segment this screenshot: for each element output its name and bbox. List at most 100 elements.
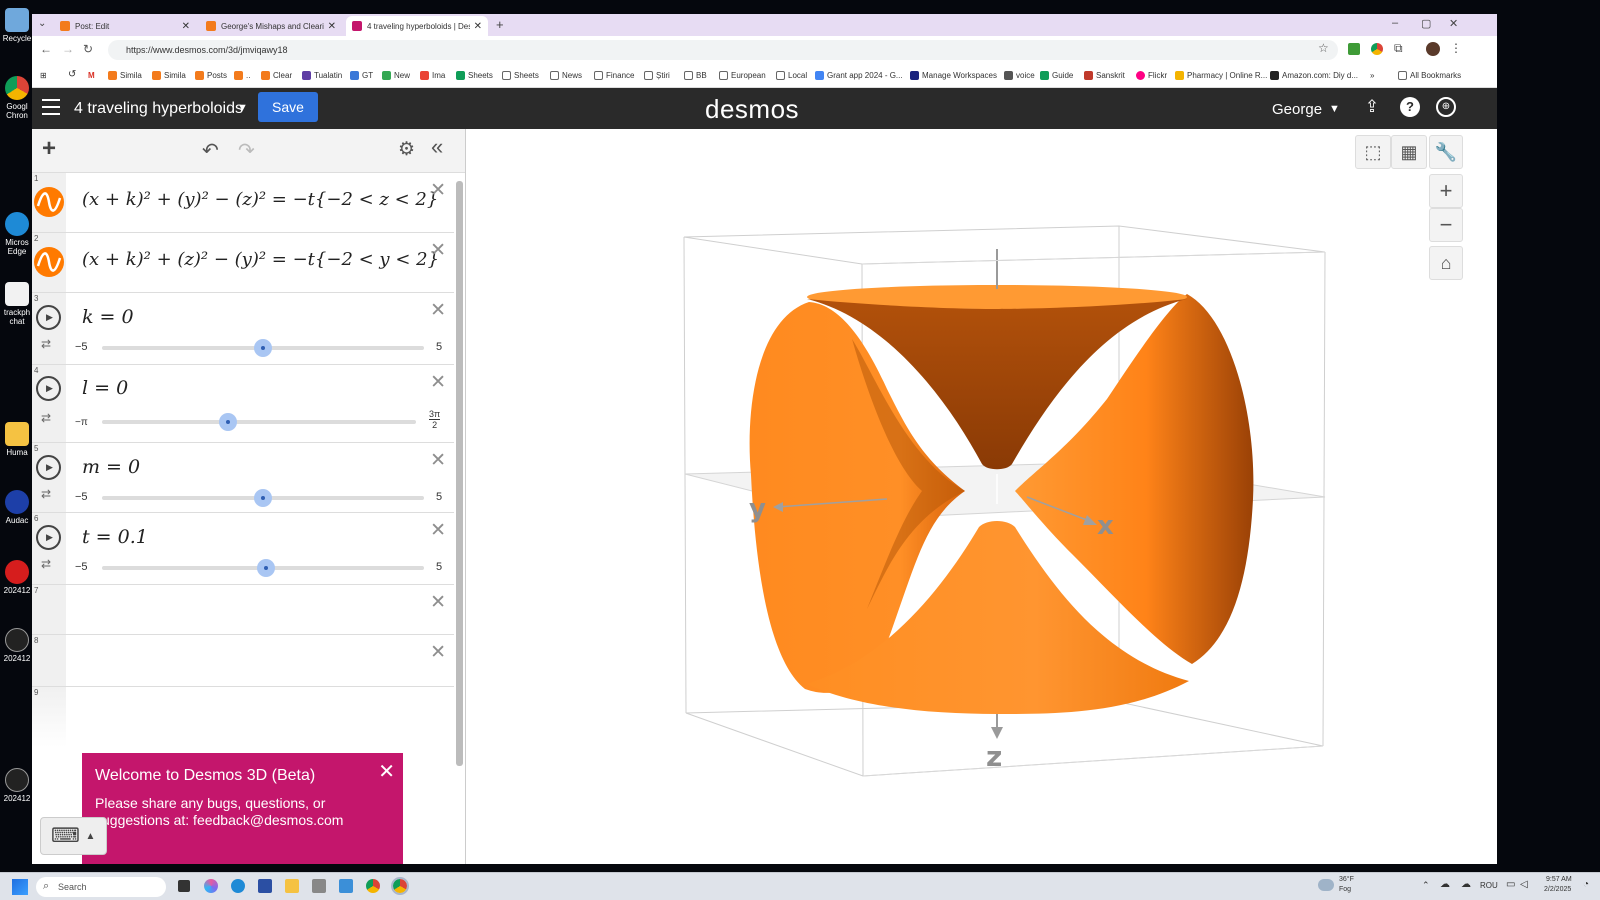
slider-max[interactable]: 5 — [436, 491, 442, 503]
bookmark-item[interactable]: Tualatin — [302, 71, 342, 80]
close-window-icon[interactable]: ✕ — [1449, 17, 1458, 30]
bookmark-folder[interactable]: Știri — [644, 71, 670, 80]
empty-expression-row[interactable]: 9 — [32, 687, 454, 747]
empty-expression-row[interactable]: 7 ✕ — [32, 585, 454, 635]
slider-max[interactable]: 5 — [436, 341, 442, 353]
desktop-icon-video-2[interactable]: 202412 — [2, 768, 32, 803]
bookmark-item[interactable]: New — [382, 71, 410, 80]
bookmark-item[interactable]: .. — [234, 71, 250, 80]
surface-color-icon[interactable] — [34, 187, 64, 217]
hamburger-menu-icon[interactable] — [42, 99, 60, 115]
slider-max[interactable]: 5 — [436, 561, 442, 573]
delete-expression-icon[interactable]: ✕ — [430, 299, 446, 322]
tab-desmos[interactable]: 4 traveling hyperboloids | Desm ✕ — [346, 16, 488, 36]
desktop-icon-folder[interactable]: Huma — [2, 422, 32, 457]
bookmark-item[interactable]: Flickr — [1136, 71, 1167, 80]
surface-color-icon[interactable] — [34, 247, 64, 277]
graph-canvas[interactable]: y x z ⬚ ▦ 🔧 + − ⌂ — [467, 129, 1497, 864]
bookmark-item[interactable]: GT — [350, 71, 373, 80]
copilot-icon[interactable] — [204, 879, 218, 893]
slider-min[interactable]: −5 — [75, 341, 88, 353]
slider-row-m[interactable]: 5 ▶ ⇄ m = 0 −5 5 ✕ — [32, 443, 454, 513]
loop-icon[interactable]: ⇄ — [41, 337, 51, 351]
play-icon[interactable]: ▶ — [36, 455, 61, 480]
play-icon[interactable]: ▶ — [36, 376, 61, 401]
expression-formula[interactable]: (x + k)² + (y)² − (z)² = −t{−2 < z < 2} — [82, 189, 438, 210]
bookmark-item[interactable]: Sheets — [456, 71, 493, 80]
close-tab-icon[interactable]: ✕ — [328, 21, 336, 32]
minimize-icon[interactable]: – — [1392, 17, 1398, 29]
cloud-icon[interactable]: ☁ — [1440, 879, 1450, 890]
user-menu[interactable]: George — [1272, 101, 1322, 118]
file-explorer-icon[interactable] — [285, 879, 299, 893]
forward-icon[interactable]: → — [62, 42, 74, 56]
slider-track[interactable] — [102, 339, 424, 357]
taskbar-search-box[interactable]: ⌕ Search — [36, 877, 166, 897]
slider-thumb[interactable] — [218, 413, 237, 431]
tab-search-icon[interactable]: ⌄ — [38, 18, 46, 29]
bookmark-item[interactable]: Guide — [1040, 71, 1073, 80]
grid-view-icon[interactable]: ▦ — [1391, 135, 1427, 169]
url-field[interactable]: https://www.desmos.com/3d/jmviqawy18 — [108, 40, 1338, 60]
slider-min[interactable]: −5 — [75, 491, 88, 503]
slider-track[interactable] — [102, 413, 416, 431]
graph-title[interactable]: 4 traveling hyperboloids — [74, 100, 243, 118]
expression-scrollbar[interactable] — [456, 181, 463, 766]
slider-max[interactable]: 3π 2 — [429, 409, 441, 430]
bookmark-item[interactable]: Amazon.com: Diy d... — [1270, 71, 1358, 80]
reload-icon[interactable]: ↻ — [83, 42, 93, 56]
slider-track[interactable] — [102, 489, 424, 507]
new-tab-icon[interactable]: + — [496, 17, 504, 32]
extension-icon[interactable] — [1348, 43, 1360, 55]
bookmark-star-icon[interactable]: ☆ — [1318, 41, 1329, 55]
slider-min[interactable]: −π — [75, 417, 88, 428]
caret-down-icon[interactable]: ▼ — [1329, 103, 1340, 115]
history-icon[interactable]: ↺ — [68, 69, 76, 80]
bookmark-item[interactable]: voice — [1004, 71, 1035, 80]
extension-icon[interactable] — [1371, 43, 1383, 55]
collapse-panel-icon[interactable]: « — [431, 134, 443, 160]
loop-icon[interactable]: ⇄ — [41, 487, 51, 501]
notifications-icon[interactable]: ◔ — [1583, 879, 1589, 890]
expression-formula[interactable]: t = 0.1 — [82, 526, 148, 548]
bookmark-item[interactable]: Clear — [261, 71, 292, 80]
caret-down-icon[interactable]: ▼ — [237, 102, 248, 114]
bookmark-item[interactable]: Sanskrit — [1084, 71, 1125, 80]
zoom-out-icon[interactable]: − — [1429, 208, 1463, 242]
onedrive-icon[interactable]: ☁ — [1461, 879, 1471, 890]
bookmark-folder[interactable]: Local — [776, 71, 807, 80]
wrench-icon[interactable]: 🔧 — [1429, 135, 1463, 169]
volume-icon[interactable]: ◁ — [1520, 879, 1528, 890]
gmail-icon[interactable]: M — [88, 71, 95, 80]
weather-icon[interactable] — [1318, 879, 1334, 891]
desktop-icon-video[interactable]: 202412 — [2, 628, 32, 663]
tray-overflow-icon[interactable]: ⌃ — [1422, 880, 1430, 891]
close-tab-icon[interactable]: ✕ — [182, 21, 190, 32]
desktop-icon-recycle[interactable]: Recycle — [2, 8, 32, 43]
tab-post-edit[interactable]: Post: Edit ✕ — [54, 16, 196, 36]
language-indicator[interactable]: ROU — [1480, 881, 1498, 890]
delete-expression-icon[interactable]: ✕ — [430, 641, 446, 664]
expression-row[interactable]: 1 (x + k)² + (y)² − (z)² = −t{−2 < z < 2… — [32, 173, 454, 233]
back-icon[interactable]: ← — [40, 42, 52, 56]
desktop-icon-audacity[interactable]: Audac — [2, 490, 32, 525]
expression-formula[interactable]: l = 0 — [82, 377, 128, 399]
empty-expression-row[interactable]: 8 ✕ — [32, 635, 454, 687]
share-icon[interactable]: ⇪ — [1362, 97, 1382, 117]
chrome-active-icon[interactable] — [391, 877, 409, 895]
task-view-icon[interactable] — [178, 880, 190, 892]
play-icon[interactable]: ▶ — [36, 305, 61, 330]
bookmark-folder[interactable]: Finance — [594, 71, 634, 80]
desktop-icon-audio[interactable]: 202412 — [2, 560, 32, 595]
delete-expression-icon[interactable]: ✕ — [430, 449, 446, 472]
tab-george-mishaps[interactable]: George's Mishaps and Clearing ✕ — [200, 16, 342, 36]
slider-row-l[interactable]: 4 ▶ ⇄ l = 0 −π 3π 2 ✕ — [32, 365, 454, 443]
chrome-icon[interactable] — [366, 879, 380, 893]
windows-start-icon[interactable] — [12, 879, 28, 895]
edge-icon[interactable] — [231, 879, 245, 893]
expression-formula[interactable]: k = 0 — [82, 306, 134, 328]
browser-menu-icon[interactable]: ⋮ — [1450, 41, 1462, 55]
clock-time[interactable]: 9:57 AM — [1546, 876, 1572, 883]
maximize-icon[interactable]: ▢ — [1421, 17, 1431, 30]
expression-row[interactable]: 2 (x + k)² + (z)² − (y)² = −t{−2 < y < 2… — [32, 233, 454, 293]
